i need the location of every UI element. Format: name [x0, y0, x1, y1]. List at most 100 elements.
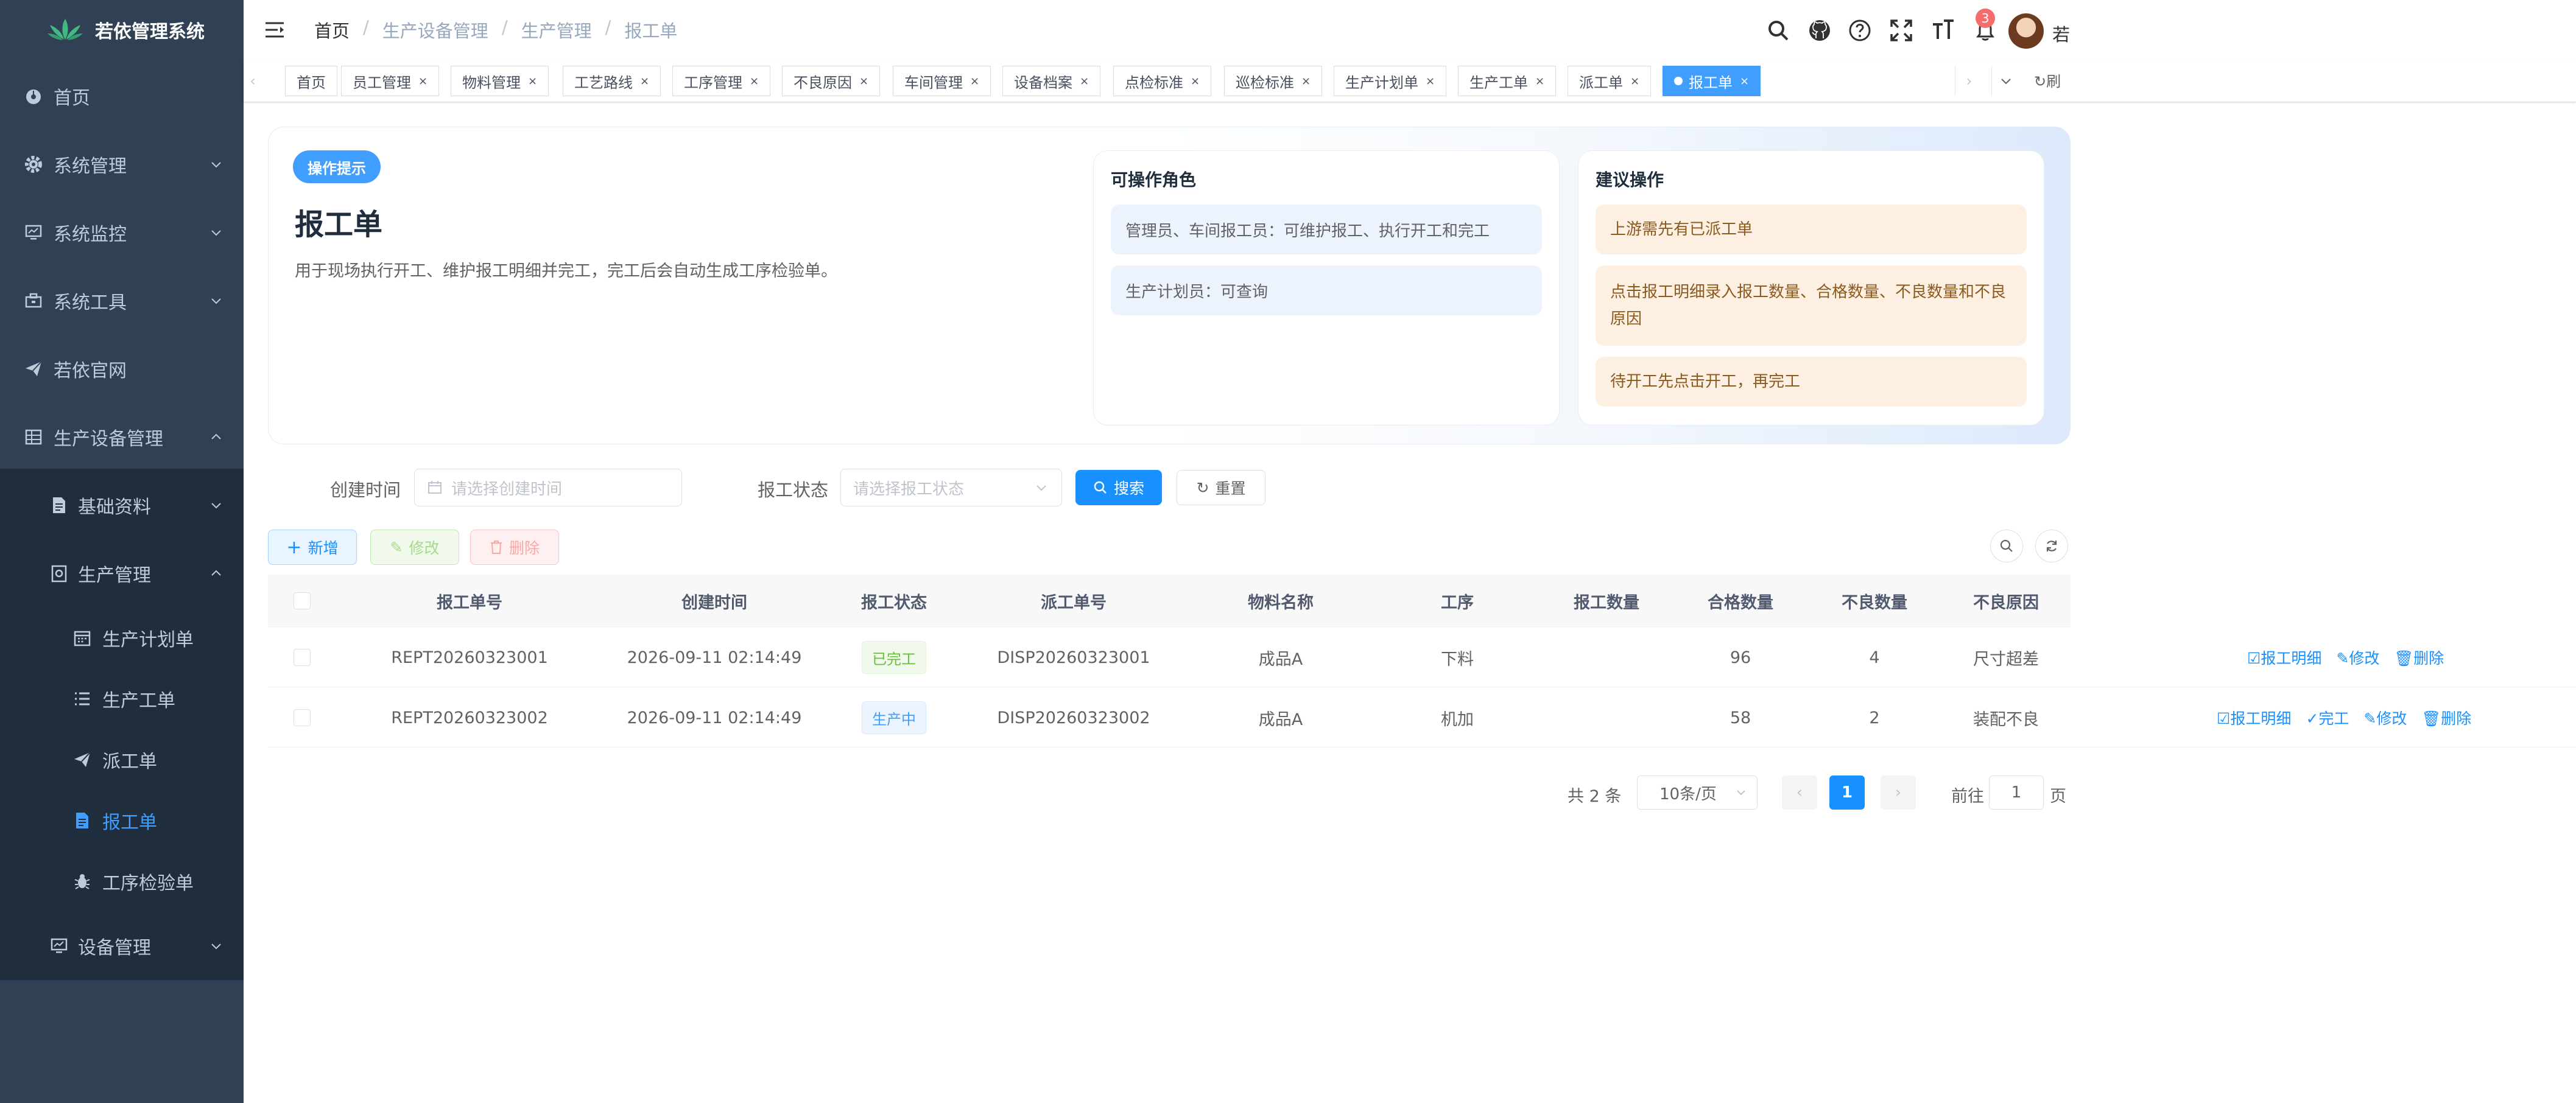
github-icon[interactable]: [1807, 18, 1832, 43]
edit-icon: ✎: [390, 538, 403, 556]
tag-process[interactable]: 工序管理 ×: [672, 66, 771, 96]
sidebar-item-dispatch-order[interactable]: 派工单: [0, 726, 244, 794]
tag-employee[interactable]: 员工管理 ×: [341, 66, 440, 96]
sidebar-item-production-equipment[interactable]: 生产设备管理: [0, 403, 244, 471]
font-size-icon[interactable]: [1930, 18, 1955, 43]
tags-scroll-right[interactable]: ›: [1955, 66, 1983, 96]
column-header[interactable]: 报工单号: [337, 575, 602, 627]
close-icon[interactable]: ×: [1191, 75, 1200, 88]
column-header[interactable]: 报工数量: [1540, 575, 1673, 627]
close-icon[interactable]: ×: [640, 75, 649, 88]
close-icon[interactable]: ×: [1301, 75, 1311, 88]
sidebar-item-production-plan[interactable]: 生产计划单: [0, 604, 244, 672]
sidebar-item-work-order[interactable]: 生产工单: [0, 665, 244, 733]
column-header[interactable]: 工序: [1375, 575, 1540, 627]
column-header[interactable]: 不良原因: [1941, 575, 2071, 627]
prev-page-button[interactable]: ‹: [1782, 776, 1817, 810]
close-icon[interactable]: ×: [418, 75, 428, 88]
close-icon[interactable]: ×: [1535, 75, 1544, 88]
tags-scroll-left[interactable]: ‹: [244, 66, 262, 96]
sidebar-item-label: 生产工单: [102, 690, 175, 712]
column-header[interactable]: 物料名称: [1186, 575, 1375, 627]
select-all-checkbox[interactable]: [294, 592, 311, 609]
app-logo[interactable]: 若依管理系统: [0, 0, 244, 59]
sidebar-item-system[interactable]: 系统管理: [0, 130, 244, 198]
bug-icon: [74, 874, 90, 889]
hamburger-icon[interactable]: [264, 21, 285, 39]
tag-home[interactable]: 首页: [285, 66, 337, 96]
sidebar-item-basic-data[interactable]: 基础资料: [0, 471, 244, 539]
delete-button[interactable]: 删除: [470, 530, 559, 565]
row-checkbox[interactable]: [294, 709, 311, 726]
tag-workshop[interactable]: 车间管理 ×: [893, 66, 991, 96]
refresh-table-button[interactable]: [2035, 530, 2068, 562]
column-header[interactable]: 报工状态: [827, 575, 961, 627]
tag-material[interactable]: 物料管理 ×: [451, 66, 549, 96]
send-icon: [74, 752, 91, 767]
bad-qty: 4: [1869, 648, 1880, 667]
close-icon[interactable]: ×: [528, 75, 537, 88]
page-number-current[interactable]: 1: [1829, 776, 1865, 810]
table-row[interactable]: REPT20260323002 2026-09-11 02:14:49 生产中 …: [268, 688, 2576, 748]
close-icon[interactable]: ×: [859, 75, 868, 88]
reset-button[interactable]: ↻ 重置: [1177, 470, 1265, 505]
delete-link[interactable]: 🗑删除: [2421, 707, 2471, 729]
fullscreen-icon[interactable]: [1889, 18, 1913, 43]
edit-link[interactable]: ✎修改: [2363, 707, 2407, 729]
sidebar-item-work-report[interactable]: 报工单: [0, 786, 244, 855]
close-icon[interactable]: ×: [970, 75, 979, 88]
chevron-right-icon: ›: [1966, 72, 1972, 89]
tags-refresh[interactable]: ↻刷: [2034, 69, 2061, 91]
column-header[interactable]: 合格数量: [1673, 575, 1807, 627]
delete-link[interactable]: 🗑删除: [2394, 646, 2444, 668]
edit-button[interactable]: ✎ 修改: [370, 530, 459, 565]
tag-work-order[interactable]: 生产工单 ×: [1458, 66, 1557, 96]
refresh-icon: [2046, 541, 2057, 552]
tag-work-report[interactable]: 报工单 ×: [1663, 66, 1761, 96]
complete-link[interactable]: ✓完工: [2306, 707, 2349, 729]
avatar[interactable]: [2008, 13, 2044, 49]
sidebar-item-process-inspection[interactable]: 工序检验单: [0, 847, 244, 916]
breadcrumb: 首页 / 生产设备管理 / 生产管理 / 报工单: [314, 17, 678, 43]
tag-routing[interactable]: 工艺路线 ×: [563, 66, 661, 96]
report-detail-link[interactable]: ☑报工明细: [2247, 646, 2321, 668]
close-icon[interactable]: ×: [1740, 75, 1749, 88]
goto-page-input[interactable]: 1: [1989, 776, 2044, 810]
report-detail-link[interactable]: ☑报工明细: [2217, 707, 2291, 729]
close-icon[interactable]: ×: [1426, 75, 1435, 88]
close-icon[interactable]: ×: [1080, 75, 1089, 88]
tag-patrol-standard[interactable]: 巡检标准 ×: [1224, 66, 1323, 96]
sidebar-item-tools[interactable]: 系统工具: [0, 267, 244, 335]
table-row[interactable]: REPT20260323001 2026-09-11 02:14:49 已完工 …: [268, 628, 2576, 687]
search-button[interactable]: 搜索: [1075, 470, 1162, 505]
toggle-search-button[interactable]: [1990, 530, 2023, 562]
close-icon[interactable]: ×: [1630, 75, 1639, 88]
breadcrumb-item-home[interactable]: 首页: [314, 17, 350, 43]
help-icon[interactable]: [1848, 18, 1872, 43]
status-select[interactable]: 请选择报工状态: [840, 469, 1062, 506]
close-icon[interactable]: ×: [750, 75, 759, 88]
sidebar-item-production-management[interactable]: 生产管理: [0, 539, 244, 608]
tags-dropdown[interactable]: [1991, 66, 2019, 96]
tag-spot-check-standard[interactable]: 点检标准 ×: [1113, 66, 1212, 96]
tag-dispatch-order[interactable]: 派工单 ×: [1568, 66, 1652, 96]
tag-equipment-archive[interactable]: 设备档案 ×: [1002, 66, 1101, 96]
page-size-select[interactable]: 10条/页: [1637, 776, 1758, 810]
chevron-right-icon: ›: [1895, 783, 1902, 802]
tag-production-plan[interactable]: 生产计划单 ×: [1334, 66, 1447, 96]
column-header[interactable]: 创建时间: [602, 575, 827, 627]
sidebar-item-monitor[interactable]: 系统监控: [0, 198, 244, 267]
sidebar-item-home[interactable]: 首页: [0, 62, 244, 130]
sidebar-item-equipment-management[interactable]: 设备管理: [0, 912, 244, 980]
create-time-input[interactable]: 请选择创建时间: [414, 469, 682, 506]
next-page-button[interactable]: ›: [1881, 776, 1916, 810]
search-icon[interactable]: [1766, 18, 1790, 43]
sidebar-item-ruoyi-site[interactable]: 若依官网: [0, 335, 244, 403]
column-header[interactable]: 不良数量: [1807, 575, 1941, 627]
column-header[interactable]: 派工单号: [961, 575, 1186, 627]
add-button[interactable]: + 新增: [268, 530, 357, 565]
user-name[interactable]: 若: [2052, 21, 2070, 46]
tag-defect-reason[interactable]: 不良原因 ×: [782, 66, 881, 96]
row-checkbox[interactable]: [294, 649, 311, 666]
edit-link[interactable]: ✎修改: [2336, 646, 2379, 668]
